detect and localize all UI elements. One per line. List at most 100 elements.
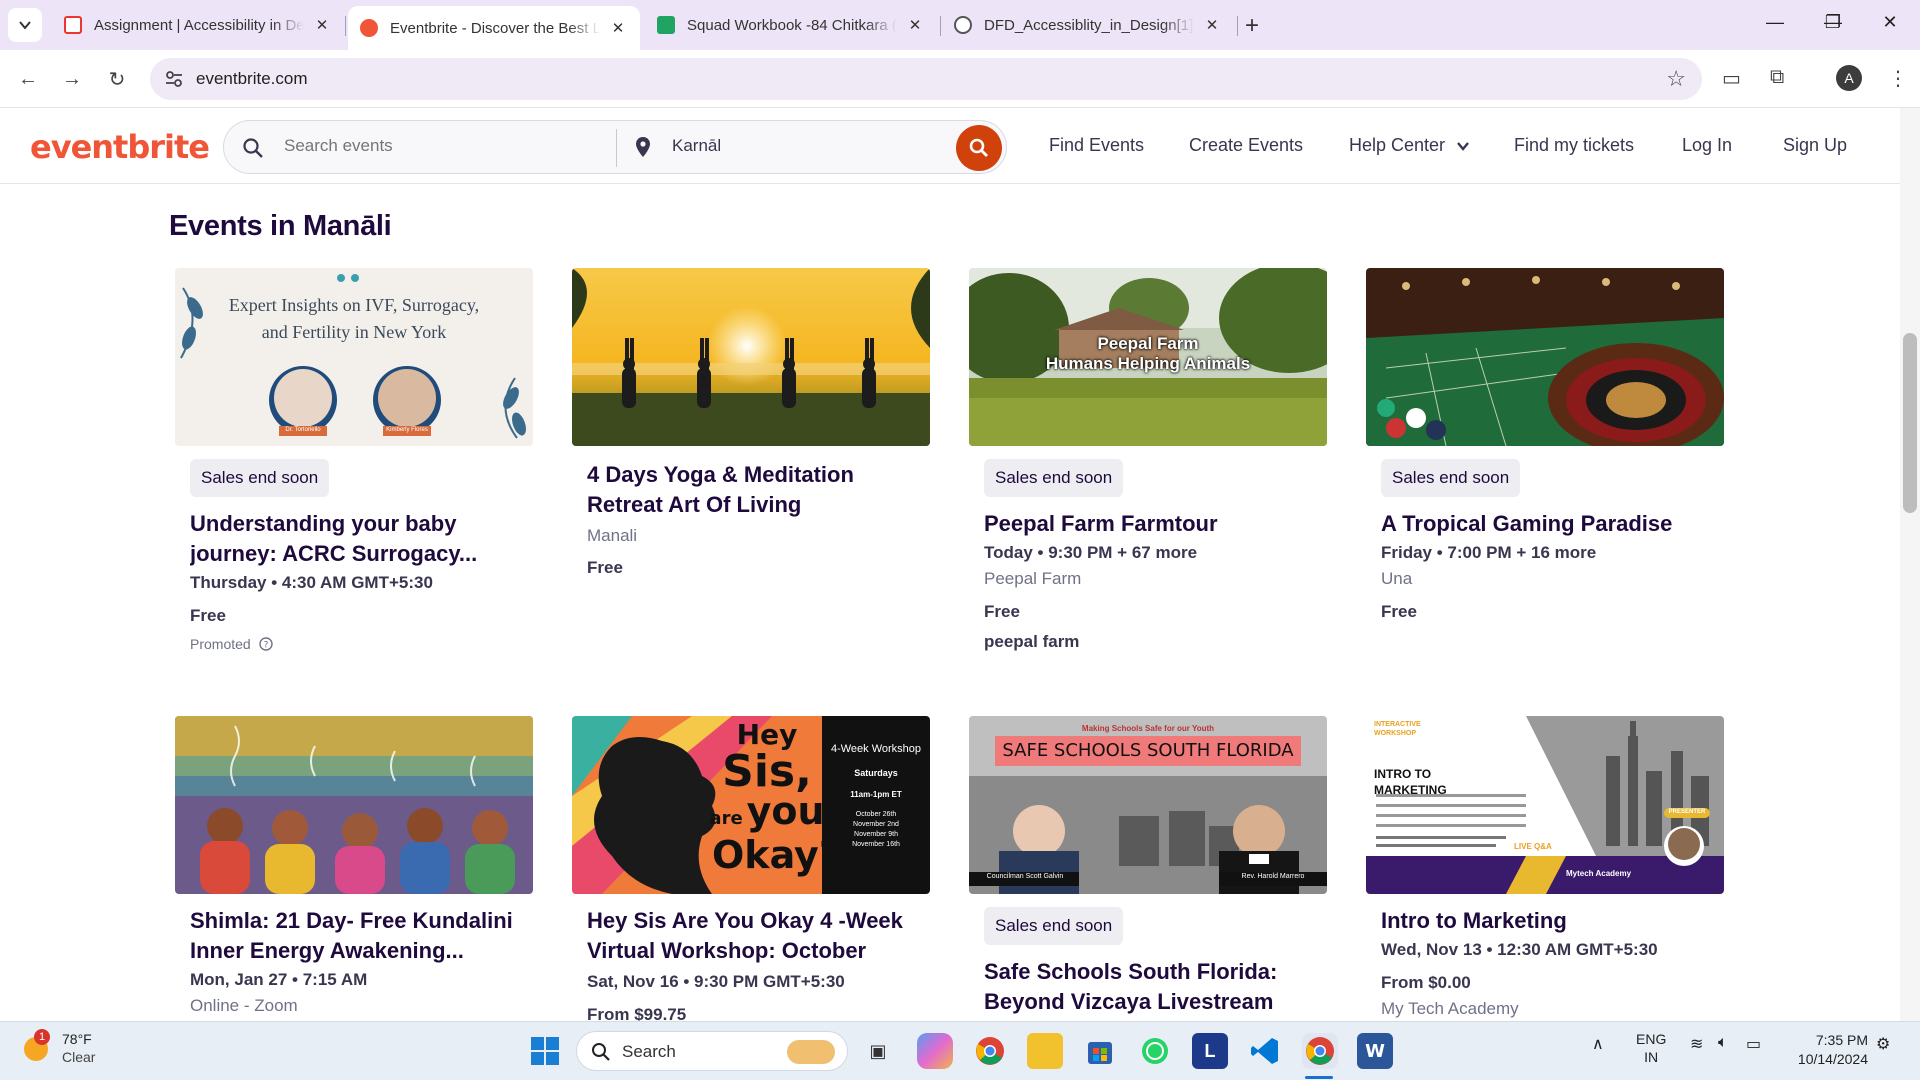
event-title[interactable]: Peepal Farm Farmtour [984,509,1312,539]
restore-button[interactable]: ❐ [1813,12,1853,33]
taskbar-search[interactable]: Search [576,1031,848,1071]
chrome-icon[interactable] [972,1033,1008,1069]
event-card[interactable]: Shimla: 21 Day- Free Kundalini Inner Ene… [175,716,533,1016]
event-card[interactable]: Hey Sis, are you Okay? 4-Week Workshop S… [572,716,930,1025]
nav-find-events[interactable]: Find Events [1049,135,1144,156]
event-location: Una [1381,569,1413,588]
task-view-icon[interactable]: ▣ [860,1033,896,1069]
event-location: Peepal Farm [984,569,1082,588]
nav-create-events[interactable]: Create Events [1189,135,1303,156]
speaker-name-2: Kimberly Flores [386,427,428,433]
event-image[interactable] [1366,268,1724,446]
browser-tab-strip: Assignment | Accessibility in De ✕ Event… [0,0,1920,50]
page-scrollbar[interactable] [1900,108,1920,1021]
event-image[interactable]: INTERACTIVE WORKSHOP INTRO TO MARKETING … [1366,716,1724,894]
event-image[interactable] [175,716,533,894]
file-explorer-icon[interactable] [1027,1033,1063,1069]
site-settings-icon[interactable] [164,69,184,89]
event-organizer[interactable]: My Tech Academy [1381,999,1709,1019]
location-input[interactable] [672,136,932,156]
event-title[interactable]: 4 Days Yoga & Meditation Retreat Art Of … [587,460,915,520]
nav-find-tickets[interactable]: Find my tickets [1514,135,1634,156]
event-card[interactable]: Sales end soon A Tropical Gaming Paradis… [1366,268,1724,622]
flyer-tagline: Making Schools Safe for our Youth [1081,724,1215,733]
event-price: Free [190,606,226,625]
eventbrite-logo[interactable]: eventbrite [30,128,210,166]
forward-button[interactable]: → [57,64,87,94]
profile-avatar[interactable]: A [1836,65,1862,91]
word-icon[interactable]: W [1357,1033,1393,1069]
scrollbar-thumb[interactable] [1903,333,1917,513]
wifi-icon[interactable]: ≋ [1690,1034,1703,1054]
whatsapp-icon[interactable] [1137,1033,1173,1069]
event-title[interactable]: Hey Sis Are You Okay 4 -Week Virtual Wor… [587,906,915,968]
event-title[interactable]: Shimla: 21 Day- Free Kundalini Inner Ene… [190,906,518,966]
lexicon-app-icon[interactable]: L [1192,1033,1228,1069]
close-tab-icon[interactable]: ✕ [312,16,332,34]
back-button[interactable]: ← [13,64,43,94]
reload-button[interactable]: ↻ [102,64,132,94]
nav-help-center[interactable]: Help Center [1349,135,1470,156]
vscode-icon[interactable] [1247,1033,1283,1069]
tab-dfd-pdf[interactable]: DFD_Accessiblity_in_Design[1].p ✕ [942,6,1234,44]
volume-icon[interactable]: 🔈︎ [1718,1034,1728,1052]
flyer-headline-1: Expert Insights on IVF, Surrogacy, [228,295,480,315]
url-text[interactable]: eventbrite.com [196,69,308,89]
event-date: Thursday • 4:30 AM GMT+5:30 [190,573,433,592]
event-image[interactable]: Making Schools Safe for our Youth SAFE S… [969,716,1327,894]
event-price: From $0.00 [1381,973,1471,992]
tab-eventbrite[interactable]: Eventbrite - Discover the Best L ✕ [348,6,640,50]
event-title[interactable]: Intro to Marketing [1381,906,1709,936]
flyer-headline-1: Peepal Farm [1097,334,1199,353]
event-card[interactable]: INTERACTIVE WORKSHOP INTRO TO MARKETING … [1366,716,1724,1019]
notification-bell-icon[interactable]: ⚙︎ [1876,1034,1890,1054]
event-image[interactable] [572,268,930,446]
workshop-date: November 2nd [853,821,899,828]
new-tab-button[interactable]: + [1245,12,1259,40]
extensions-icon[interactable]: ⧉ [1770,66,1784,89]
search-submit-button[interactable] [956,125,1002,171]
close-tab-icon[interactable]: ✕ [1202,16,1222,34]
cast-icon[interactable]: ▭ [1722,66,1741,91]
event-card[interactable]: 4 Days Yoga & Meditation Retreat Art Of … [572,268,930,578]
event-title[interactable]: Safe Schools South Florida: Beyond Vizca… [984,957,1312,1017]
event-date: Wed, Nov 13 • 12:30 AM GMT+5:30 [1381,940,1658,959]
status-badge: Sales end soon [984,907,1124,945]
search-events-input[interactable] [284,136,604,156]
tab-assignment[interactable]: Assignment | Accessibility in De ✕ [52,6,344,44]
weather-temp: 78°F [62,1031,92,1047]
tab-squad-workbook[interactable]: Squad Workbook -84 Chitkara ( ✕ [645,6,937,44]
address-bar[interactable]: eventbrite.com ☆ [150,58,1702,100]
browser-menu-icon[interactable]: ⋮ [1888,66,1908,91]
close-tab-icon[interactable]: ✕ [905,16,925,34]
event-organizer[interactable]: peepal farm [984,632,1312,652]
svg-text:?: ? [263,641,268,651]
event-date: Mon, Jan 27 • 7:15 AM [190,970,368,989]
event-image[interactable]: Peepal Farm Humans Helping Animals [969,268,1327,446]
tab-search-button[interactable] [8,8,42,42]
event-title[interactable]: Understanding your baby journey: ACRC Su… [190,509,518,569]
nav-sign-up[interactable]: Sign Up [1783,135,1847,156]
battery-icon[interactable]: ▭ [1746,1034,1761,1054]
microsoft-store-icon[interactable] [1082,1033,1118,1069]
event-card[interactable]: Making Schools Safe for our Youth SAFE S… [969,716,1327,1017]
nav-log-in[interactable]: Log In [1682,135,1732,156]
clock[interactable]: 7:35 PM 10/14/2024 [1786,1031,1868,1069]
workshop-label: 4-Week Workshop [830,743,922,755]
event-card[interactable]: Expert Insights on IVF, Surrogacy, and F… [175,268,533,652]
copilot-icon[interactable] [917,1033,953,1069]
event-image[interactable]: Expert Insights on IVF, Surrogacy, and F… [175,268,533,446]
windows-start-icon[interactable] [527,1033,563,1069]
chevron-up-icon[interactable]: ∧ [1592,1034,1604,1054]
chrome-active-icon[interactable] [1302,1033,1338,1069]
event-title[interactable]: A Tropical Gaming Paradise [1381,509,1709,539]
close-window-button[interactable]: ✕ [1870,12,1910,33]
minimize-button[interactable]: — [1755,12,1795,33]
close-tab-icon[interactable]: ✕ [608,19,628,37]
event-card[interactable]: Peepal Farm Humans Helping Animals Sales… [969,268,1327,652]
info-icon[interactable]: ? [259,637,273,651]
event-image[interactable]: Hey Sis, are you Okay? 4-Week Workshop S… [572,716,930,894]
bookmark-star-icon[interactable]: ☆ [1666,66,1686,92]
weather-widget[interactable]: 1 78°F Clear [22,1029,95,1066]
language-indicator[interactable]: ENG IN [1636,1030,1666,1066]
